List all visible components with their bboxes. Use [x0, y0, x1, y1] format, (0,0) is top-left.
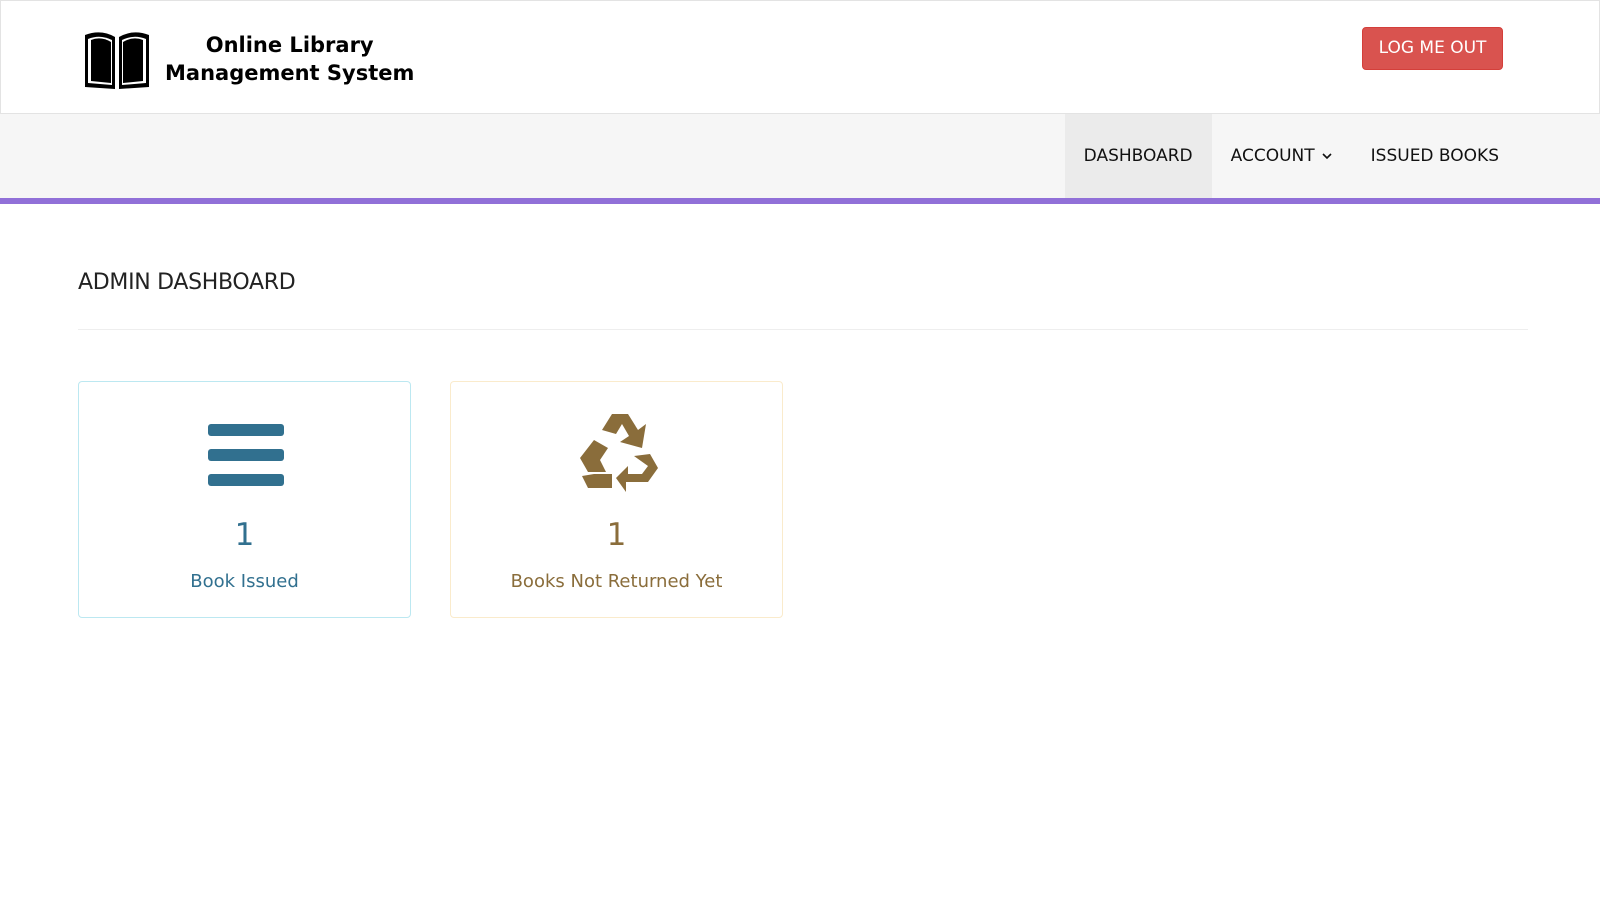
logout-button[interactable]: LOG ME OUT [1362, 27, 1503, 70]
site-logo-text: Online Library Management System [165, 31, 414, 87]
main-navbar: DASHBOARD ACCOUNT ISSUED BOOKS [0, 114, 1600, 204]
title-divider [78, 329, 1528, 330]
books-not-returned-count: 1 [606, 517, 627, 553]
nav-item-dashboard[interactable]: DASHBOARD [1064, 114, 1212, 198]
site-header: Online Library Management System LOG ME … [0, 0, 1600, 114]
books-issued-card: 1 Book Issued [78, 381, 411, 618]
logo-line-2: Management System [165, 61, 415, 85]
chevron-down-icon [1322, 153, 1332, 160]
nav-item-dashboard-label: DASHBOARD [1083, 146, 1193, 166]
nav-menu: DASHBOARD ACCOUNT ISSUED BOOKS [1064, 114, 1518, 198]
nav-item-issued-books-label: ISSUED BOOKS [1370, 146, 1499, 166]
books-not-returned-label: Books Not Returned Yet [510, 571, 723, 592]
books-issued-label: Book Issued [190, 571, 299, 592]
bars-icon [207, 424, 284, 486]
open-book-icon [85, 32, 149, 89]
logo-line-1: Online Library [205, 33, 374, 57]
nav-item-account[interactable]: ACCOUNT [1212, 114, 1352, 198]
nav-item-account-label: ACCOUNT [1230, 146, 1315, 166]
books-issued-count: 1 [234, 517, 255, 553]
books-not-returned-card: 1 Books Not Returned Yet [450, 381, 783, 618]
recycle-icon [579, 414, 658, 492]
site-logo[interactable]: Online Library Management System [83, 27, 414, 91]
page-title: ADMIN DASHBOARD [78, 270, 296, 295]
nav-item-issued-books[interactable]: ISSUED BOOKS [1352, 114, 1518, 198]
